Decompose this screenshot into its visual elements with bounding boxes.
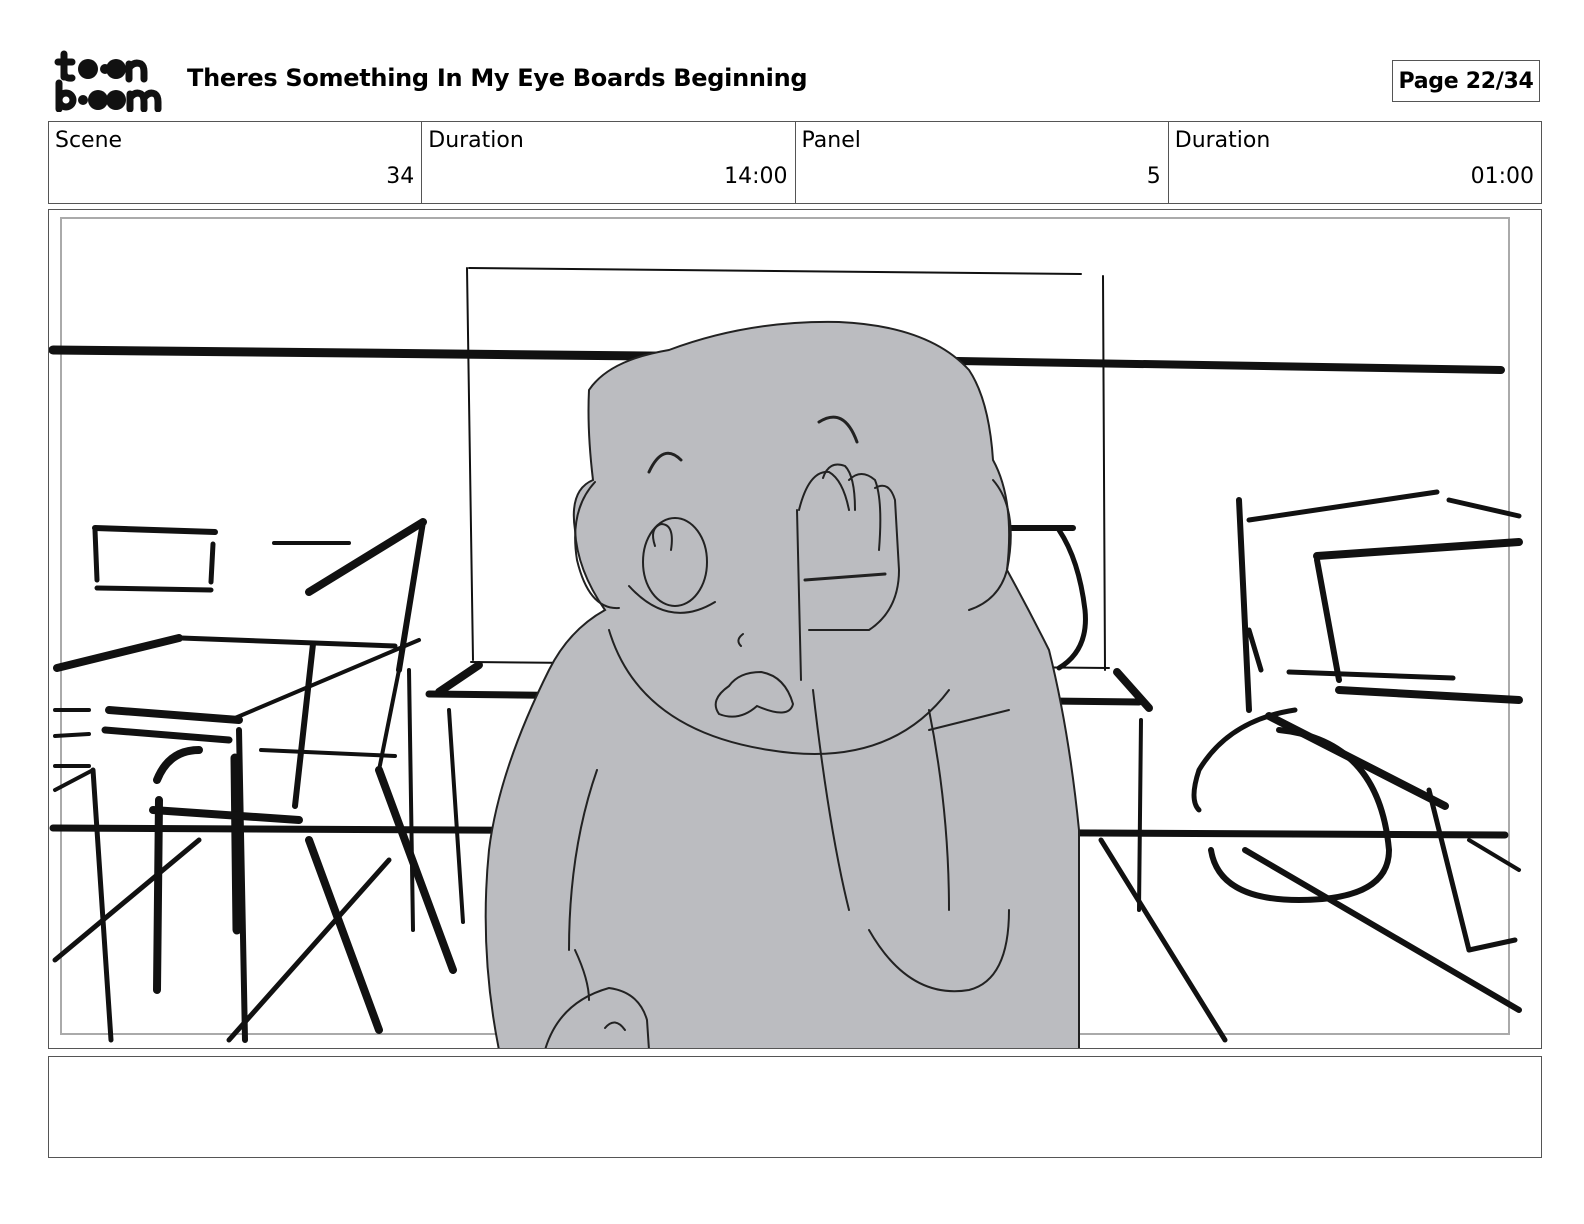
panel-duration-cell: Duration 01:00 xyxy=(1169,122,1541,203)
storyboard-panel xyxy=(48,209,1542,1049)
scene-info-row: Scene 34 Duration 14:00 Panel 5 Duration… xyxy=(48,121,1542,204)
panel-duration-value: 01:00 xyxy=(1470,164,1534,189)
panel-label: Panel xyxy=(801,128,861,153)
character-figure xyxy=(484,320,1080,1048)
scene-cell: Scene 34 xyxy=(49,122,423,203)
scene-label: Scene xyxy=(55,128,123,153)
page-indicator: Page 22/34 xyxy=(1392,60,1540,102)
panel-duration-label: Duration xyxy=(1174,128,1271,153)
scene-value: 34 xyxy=(386,164,415,189)
storyboard-sketch xyxy=(49,217,1523,1048)
scene-duration-value: 14:00 xyxy=(724,164,788,189)
scene-duration-cell: Duration 14:00 xyxy=(422,122,796,203)
panel-cell: Panel 5 xyxy=(796,122,1169,203)
document-title: Theres Something In My Eye Boards Beginn… xyxy=(187,64,808,92)
panel-notes-box xyxy=(48,1056,1542,1158)
toon-boom-logo xyxy=(50,50,166,113)
scene-duration-label: Duration xyxy=(428,128,524,153)
panel-value: 5 xyxy=(1146,164,1161,189)
